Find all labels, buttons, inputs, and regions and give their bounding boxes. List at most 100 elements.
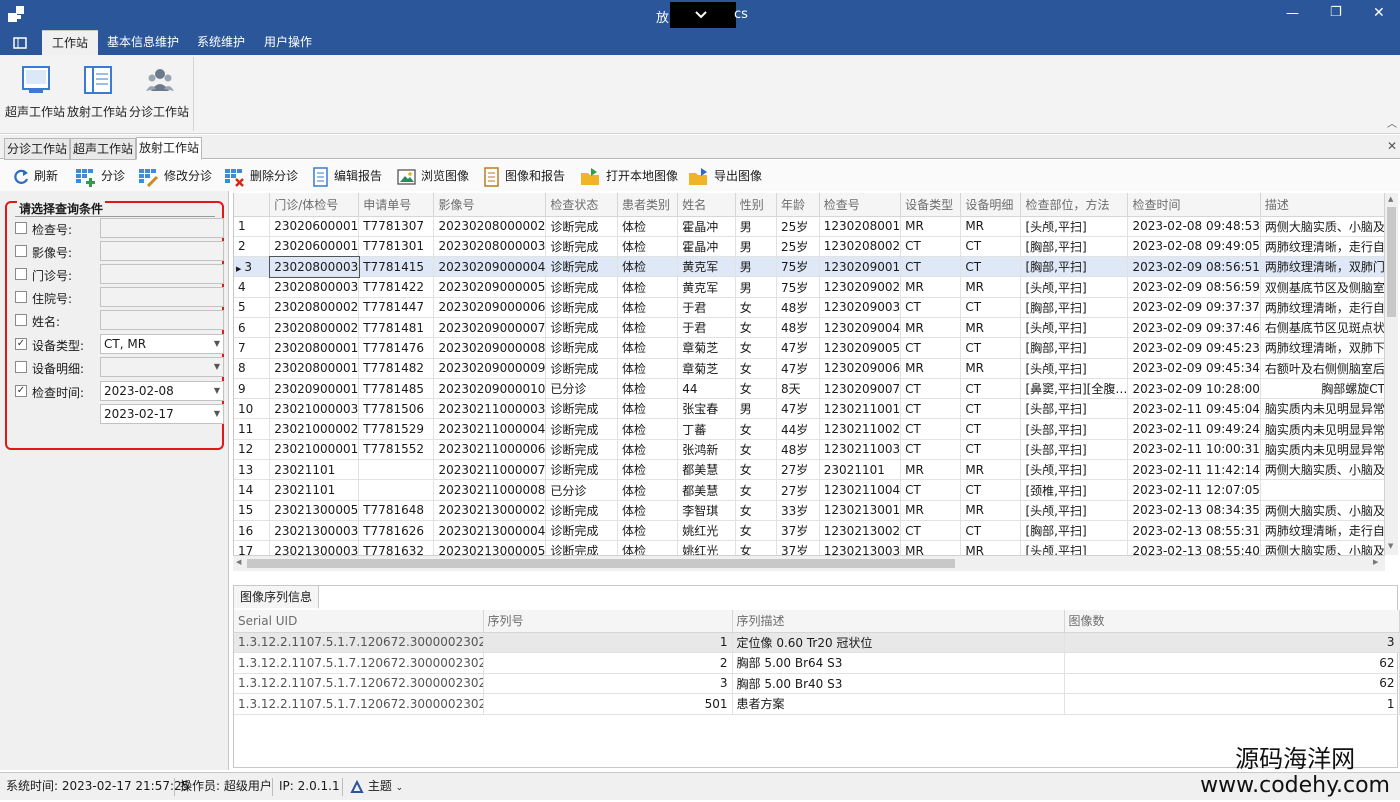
- image-no-checkbox[interactable]: [15, 245, 27, 257]
- device-detail-checkbox[interactable]: [15, 361, 27, 373]
- table-row[interactable]: 1.3.12.2.1107.5.1.7.120672.3000002302071…: [234, 693, 1400, 715]
- column-header[interactable]: 检查部位，方法: [1020, 193, 1129, 217]
- device-detail-select[interactable]: ▼: [100, 357, 224, 377]
- date-to-picker[interactable]: 2023-02-17 ▼: [100, 404, 224, 424]
- tab-radiology[interactable]: 放射工作站: [136, 137, 202, 160]
- column-header[interactable]: 年龄: [776, 193, 820, 217]
- exam-no-checkbox[interactable]: [15, 222, 27, 234]
- theme-selector[interactable]: 主题 ⌄: [350, 773, 403, 802]
- column-header[interactable]: 检查时间: [1127, 193, 1261, 217]
- image-no-input[interactable]: [100, 241, 224, 261]
- scroll-down-arrow-icon[interactable]: ▼: [1388, 542, 1393, 550]
- menu-basic-info[interactable]: 基本信息维护: [103, 30, 183, 55]
- table-row[interactable]: 10 23021000003 T7781506 20230211000003 诊断完成体…: [234, 398, 1398, 420]
- filter-label: 检查号:: [32, 223, 73, 237]
- open-local-image-button[interactable]: 打开本地图像: [580, 165, 678, 187]
- column-header[interactable]: 序列描述: [732, 610, 1065, 633]
- triage-button[interactable]: 分诊: [75, 165, 125, 187]
- ribbon-collapse-icon[interactable]: ︿: [1387, 115, 1397, 130]
- edit-triage-button[interactable]: 修改分诊: [138, 165, 212, 187]
- column-header[interactable]: 图像数: [1064, 610, 1400, 633]
- column-header[interactable]: 影像号: [433, 193, 547, 217]
- table-row[interactable]: 9 23020900001 T7781485 20230209000010 已分诊 体检 4…: [234, 378, 1398, 400]
- horizontal-scrollbar[interactable]: ◀ ▶: [233, 555, 1385, 571]
- close-tab-icon[interactable]: ✕: [1387, 139, 1397, 153]
- table-cell: CT: [900, 398, 962, 420]
- edit-report-button[interactable]: 编辑报告: [312, 165, 382, 187]
- column-header[interactable]: [234, 193, 271, 217]
- outpatient-no-checkbox[interactable]: [15, 268, 27, 280]
- app-menu-button[interactable]: [8, 30, 34, 55]
- table-row[interactable]: 12 23021000001 T7781552 20230211000006 诊断完成体…: [234, 439, 1398, 461]
- table-row[interactable]: 4 23020800003 T7781422 20230209000005 诊断完成 体检…: [234, 276, 1398, 298]
- scroll-up-arrow-icon[interactable]: ▲: [1388, 195, 1393, 203]
- scroll-thumb[interactable]: [1387, 207, 1396, 317]
- table-row[interactable]: 15 23021300005 T7781648 20230213000002 诊断完成体…: [234, 500, 1398, 521]
- table-row[interactable]: 1.3.12.2.1107.5.1.7.120672.3000002302071…: [234, 632, 1400, 653]
- device-type-checkbox[interactable]: ✓: [15, 338, 27, 350]
- column-header[interactable]: 性别: [735, 193, 777, 217]
- export-image-button[interactable]: 导出图像: [688, 165, 762, 187]
- browse-images-button[interactable]: 浏览图像: [397, 165, 469, 187]
- title-dropdown-icon[interactable]: [694, 4, 708, 28]
- exam-time-checkbox[interactable]: ✓: [15, 385, 27, 397]
- tab-triage[interactable]: 分诊工作站: [4, 138, 70, 160]
- minimize-button[interactable]: —: [1286, 6, 1299, 21]
- close-button[interactable]: ✕: [1373, 5, 1385, 21]
- table-row[interactable]: 2 23020600001 T7781301 20230208000003 诊断完成 体检…: [234, 236, 1398, 258]
- triage-station-button[interactable]: 分诊工作站: [128, 61, 190, 127]
- column-header[interactable]: 序列号: [483, 610, 733, 633]
- table-row[interactable]: 8 23020800001 T7781482 20230209000009 诊断完成 体检…: [234, 358, 1398, 379]
- column-header[interactable]: 患者类别: [617, 193, 679, 217]
- menu-system[interactable]: 系统维护: [191, 30, 251, 55]
- tab-series-info[interactable]: 图像序列信息: [234, 586, 320, 609]
- delete-triage-button[interactable]: 删除分诊: [224, 165, 298, 187]
- name-checkbox[interactable]: [15, 314, 27, 326]
- radiology-station-button[interactable]: 放射工作站: [66, 61, 128, 127]
- table-row[interactable]: ▶ 3 23020800003 T7781415 20230209000004 诊断完成体…: [234, 255, 1398, 278]
- table-cell: [头颅,平扫]: [1020, 540, 1129, 555]
- table-cell: 2023-02-11 11:42:14: [1127, 459, 1261, 481]
- table-row[interactable]: 1.3.12.2.1107.5.1.7.120672.3000002302071…: [234, 652, 1400, 674]
- column-header[interactable]: 申请单号: [358, 193, 435, 217]
- vertical-scrollbar[interactable]: ▲ ▼: [1384, 193, 1398, 555]
- date-from-picker[interactable]: 2023-02-08 ▼: [100, 381, 224, 401]
- table-row[interactable]: 6 23020800002 T7781481 20230209000007 诊断完成 体检…: [234, 317, 1398, 339]
- table-row[interactable]: 14 23021101 20230211000008 已分诊 体检 都美慧女 27岁 1230…: [234, 479, 1398, 501]
- column-header[interactable]: 检查号: [819, 193, 902, 217]
- tab-ultrasound[interactable]: 超声工作站: [70, 138, 136, 160]
- column-header[interactable]: 设备类型: [900, 193, 962, 217]
- scroll-thumb[interactable]: [247, 559, 955, 568]
- table-row[interactable]: 1 23020600001 T7781307 20230208000002 诊断完成 体检…: [234, 216, 1398, 237]
- refresh-button[interactable]: 刷新: [12, 165, 58, 187]
- table-row[interactable]: 13 23021101 20230211000007 诊断完成 体检 都美慧女 27岁 230…: [234, 459, 1398, 481]
- outpatient-no-input[interactable]: [100, 264, 224, 284]
- table-row[interactable]: 17 23021300003 T7781632 20230213000005 诊断完成体…: [234, 540, 1398, 555]
- inpatient-no-checkbox[interactable]: [15, 291, 27, 303]
- table-row[interactable]: 1.3.12.2.1107.5.1.7.120672.3000002302071…: [234, 673, 1400, 694]
- column-header[interactable]: 检查状态: [545, 193, 619, 217]
- table-row[interactable]: 7 23020800001 T7781476 20230209000008 诊断完成 体检…: [234, 337, 1398, 359]
- maximize-button[interactable]: ❐: [1330, 5, 1342, 20]
- table-cell: 23020800003: [269, 276, 360, 298]
- table-row[interactable]: 11 23021000002 T7781529 20230211000004 诊断完成体…: [234, 418, 1398, 440]
- column-header[interactable]: 描述: [1260, 193, 1398, 217]
- table-cell: 两侧大脑实质、小脑及脑: [1260, 459, 1398, 481]
- image-and-report-button[interactable]: 图像和报告: [483, 165, 565, 187]
- inpatient-no-input[interactable]: [100, 287, 224, 307]
- column-header[interactable]: 门诊/体检号: [269, 193, 360, 217]
- ultrasound-station-button[interactable]: 超声工作站: [4, 61, 66, 127]
- scroll-right-arrow-icon[interactable]: ▶: [1373, 558, 1378, 566]
- scroll-left-arrow-icon[interactable]: ◀: [236, 558, 241, 566]
- column-header[interactable]: 设备明细: [960, 193, 1022, 217]
- table-row[interactable]: 16 23021300003 T7781626 20230213000004 诊断完成体…: [234, 520, 1398, 542]
- column-header[interactable]: Serial UID: [234, 610, 484, 633]
- device-type-select[interactable]: CT, MR ▼: [100, 334, 224, 354]
- table-cell: 2023-02-08 09:49:05: [1127, 236, 1261, 258]
- table-row[interactable]: 5 23020800002 T7781447 20230209000006 诊断完成 体检…: [234, 297, 1398, 318]
- column-header[interactable]: 姓名: [677, 193, 736, 217]
- menu-workstation[interactable]: 工作站: [42, 30, 98, 55]
- menu-user[interactable]: 用户操作: [258, 30, 318, 55]
- exam-no-input[interactable]: [100, 218, 224, 238]
- name-input[interactable]: [100, 310, 224, 330]
